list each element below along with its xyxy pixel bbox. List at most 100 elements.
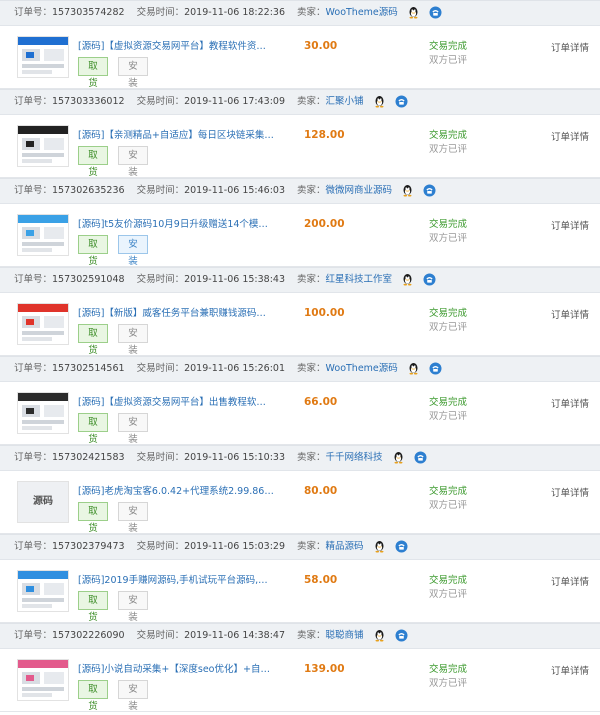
pickup-button[interactable]: 取货	[78, 413, 108, 445]
qq-penguin-icon[interactable]	[373, 94, 386, 108]
product-thumbnail[interactable]	[17, 570, 69, 612]
thumbnail-label: 源码	[18, 482, 68, 522]
order-body: [源码]【新版】威客任务平台兼职赚钱源码悬赏... 取货 安装 100.00 交…	[0, 293, 600, 356]
trade-status: 交易完成	[429, 41, 468, 52]
product-thumbnail[interactable]	[17, 392, 69, 434]
install-button[interactable]: 安装	[118, 235, 148, 267]
product-thumbnail[interactable]	[17, 659, 69, 701]
pickup-button[interactable]: 取货	[78, 146, 108, 178]
qq-penguin-icon[interactable]	[392, 450, 405, 464]
seller-name[interactable]: 精品源码	[326, 541, 364, 552]
seller-name[interactable]: 千千网络科技	[326, 452, 383, 463]
install-button[interactable]: 安装	[118, 146, 148, 178]
product-title-link[interactable]: [源码]t5友价源码10月9日升级赠送14个模板+最新...	[78, 216, 274, 230]
product-thumbnail[interactable]	[17, 125, 69, 167]
order-detail-link[interactable]: 订单详情	[551, 663, 589, 677]
order-header: 订单号：157302635236 交易时间：2019-11-06 15:46:0…	[0, 178, 600, 204]
pickup-button[interactable]: 取货	[78, 324, 108, 356]
order-detail-link[interactable]: 订单详情	[551, 485, 589, 499]
phone-icon[interactable]	[395, 94, 408, 108]
order-no-label: 订单号：	[14, 630, 53, 641]
order-detail-link[interactable]: 订单详情	[551, 396, 589, 410]
thumbnail-header-shape	[18, 571, 68, 579]
order-header: 订单号：157303336012 交易时间：2019-11-06 17:43:0…	[0, 89, 600, 115]
thumbnail-content-shape	[22, 687, 64, 691]
phone-icon[interactable]	[395, 628, 408, 642]
qq-penguin-icon[interactable]	[407, 361, 420, 375]
trade-time-label: 交易时间：	[136, 363, 185, 374]
thumbnail-content-shape	[22, 159, 52, 163]
pickup-button[interactable]: 取货	[78, 680, 108, 712]
install-button[interactable]: 安装	[118, 680, 148, 712]
qq-penguin-icon[interactable]	[373, 628, 386, 642]
product-title-link[interactable]: [源码]老虎淘宝客6.0.42+代理系统2.99.86（免...	[78, 483, 274, 497]
trade-time-label: 交易时间：	[136, 541, 185, 552]
thumbnail-content-shape	[22, 331, 64, 335]
thumbnail-header-shape	[18, 660, 68, 668]
product-title-link[interactable]: [源码]【虚拟资源交易网平台】出售教程软件素材...	[78, 394, 274, 408]
qq-penguin-icon[interactable]	[407, 5, 420, 19]
order-body: [源码]【亲测精品+自适应】每日区块链采集站源码... 取货 安装 128.00…	[0, 115, 600, 178]
order-status: 交易完成 双方已评	[429, 663, 467, 691]
seller-label: 卖家：	[297, 452, 326, 463]
product-thumbnail[interactable]	[17, 36, 69, 78]
order-price: 200.00	[304, 218, 345, 230]
order-status: 交易完成 双方已评	[429, 129, 467, 157]
seller-name[interactable]: WooTheme源码	[326, 363, 398, 374]
trade-status: 交易完成	[429, 397, 468, 408]
order-card: 订单号：157303574282 交易时间：2019-11-06 18:22:3…	[0, 0, 600, 89]
order-no-label: 订单号：	[14, 541, 53, 552]
qq-penguin-icon[interactable]	[401, 183, 414, 197]
pickup-button[interactable]: 取货	[78, 591, 108, 623]
order-detail-link[interactable]: 订单详情	[551, 307, 589, 321]
trade-status: 交易完成	[429, 219, 468, 230]
thumbnail-content-shape	[22, 598, 64, 602]
install-button[interactable]: 安装	[118, 324, 148, 356]
thumbnail-content-shape	[22, 70, 52, 74]
install-button[interactable]: 安装	[118, 413, 148, 445]
seller-name[interactable]: 聪聪商铺	[326, 630, 364, 641]
order-number: 157302421583	[52, 452, 125, 463]
phone-icon[interactable]	[395, 539, 408, 553]
phone-icon[interactable]	[414, 450, 427, 464]
pickup-button[interactable]: 取货	[78, 235, 108, 267]
thumbnail-content-shape	[22, 693, 52, 697]
order-detail-link[interactable]: 订单详情	[551, 574, 589, 588]
order-number: 157303336012	[52, 96, 125, 107]
install-button[interactable]: 安装	[118, 57, 148, 89]
seller-name[interactable]: 微微网商业源码	[326, 185, 393, 196]
install-button[interactable]: 安装	[118, 591, 148, 623]
pickup-button[interactable]: 取货	[78, 502, 108, 534]
install-button[interactable]: 安装	[118, 502, 148, 534]
order-no-label: 订单号：	[14, 452, 53, 463]
phone-icon[interactable]	[429, 361, 442, 375]
product-thumbnail[interactable]: 源码	[17, 481, 69, 523]
trade-time: 2019-11-06 17:43:09	[184, 96, 285, 107]
product-title-link[interactable]: [源码]【亲测精品+自适应】每日区块链采集站源码...	[78, 127, 274, 141]
order-detail-link[interactable]: 订单详情	[551, 40, 589, 54]
product-title-link[interactable]: [源码]【新版】威客任务平台兼职赚钱源码悬赏...	[78, 305, 274, 319]
order-no-label: 订单号：	[14, 274, 53, 285]
phone-icon[interactable]	[429, 5, 442, 19]
qq-penguin-icon[interactable]	[401, 272, 414, 286]
phone-icon[interactable]	[423, 272, 436, 286]
seller-name[interactable]: 汇聚小铺	[326, 96, 364, 107]
product-title-link[interactable]: [源码]小说自动采集+【深度seo优化】+自适应...	[78, 661, 274, 675]
product-title-link[interactable]: [源码]【虚拟资源交易网平台】教程软件资料下载...	[78, 38, 274, 52]
trade-time-label: 交易时间：	[136, 96, 185, 107]
seller-name[interactable]: WooTheme源码	[326, 7, 398, 18]
order-card: 订单号：157302379473 交易时间：2019-11-06 15:03:2…	[0, 534, 600, 623]
phone-icon[interactable]	[423, 183, 436, 197]
qq-penguin-icon[interactable]	[373, 539, 386, 553]
order-price: 100.00	[304, 307, 345, 319]
order-status: 交易完成 双方已评	[429, 218, 467, 246]
order-detail-link[interactable]: 订单详情	[551, 218, 589, 232]
product-thumbnail[interactable]	[17, 303, 69, 345]
order-price: 30.00	[304, 40, 338, 52]
seller-name[interactable]: 红星科技工作室	[326, 274, 393, 285]
product-title-link[interactable]: [源码]2019手赚网源码,手机试玩平台源码,亲测...	[78, 572, 274, 586]
trade-status: 交易完成	[429, 486, 468, 497]
pickup-button[interactable]: 取货	[78, 57, 108, 89]
product-thumbnail[interactable]	[17, 214, 69, 256]
order-detail-link[interactable]: 订单详情	[551, 129, 589, 143]
